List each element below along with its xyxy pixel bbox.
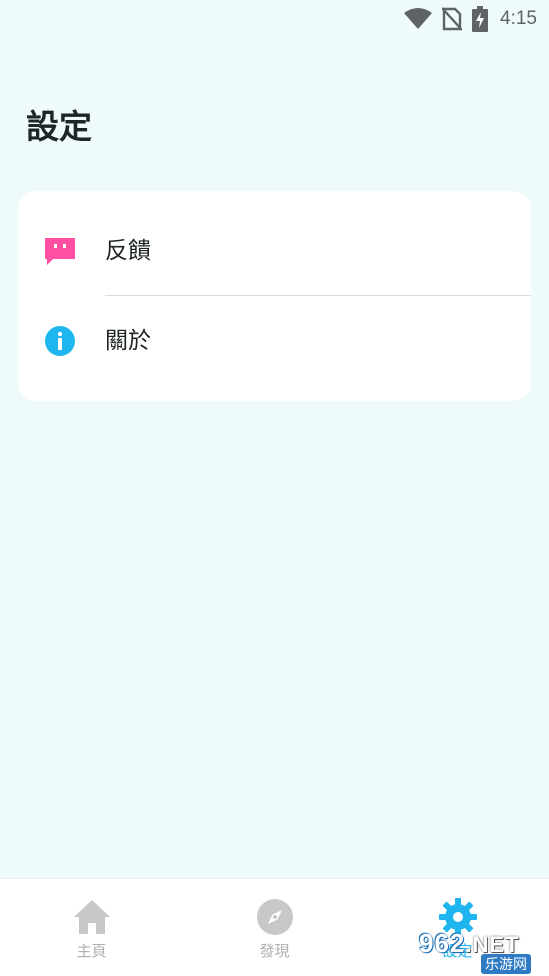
page-title: 設定 bbox=[26, 107, 92, 146]
status-time: 4:15 bbox=[500, 8, 537, 29]
settings-item-label: 關於 bbox=[105, 328, 151, 354]
settings-card: 反饋 關於 bbox=[18, 191, 531, 401]
tab-home-label: 主頁 bbox=[76, 942, 107, 960]
settings-item-feedback[interactable]: 反饋 bbox=[18, 206, 531, 296]
settings-item-about[interactable]: 關於 bbox=[18, 296, 531, 386]
watermark-logo: 962.NET 乐游网 bbox=[411, 928, 543, 974]
tab-home[interactable]: 主頁 bbox=[0, 879, 183, 976]
battery-charging-icon bbox=[472, 6, 489, 32]
tab-discover[interactable]: 發現 bbox=[183, 879, 366, 976]
wifi-icon bbox=[404, 8, 433, 29]
settings-item-label: 反饋 bbox=[105, 238, 151, 264]
tab-discover-label: 發現 bbox=[259, 942, 290, 960]
info-icon bbox=[45, 326, 75, 356]
status-bar: 4:15 bbox=[0, 0, 549, 38]
home-icon bbox=[73, 900, 110, 934]
watermark-bottom: 乐游网 bbox=[481, 954, 531, 974]
no-sim-icon bbox=[442, 7, 463, 31]
bottom-nav: 主頁 發現 設定 962.NET 乐游网 bbox=[0, 878, 549, 976]
compass-icon bbox=[256, 899, 293, 935]
feedback-icon bbox=[45, 238, 75, 265]
